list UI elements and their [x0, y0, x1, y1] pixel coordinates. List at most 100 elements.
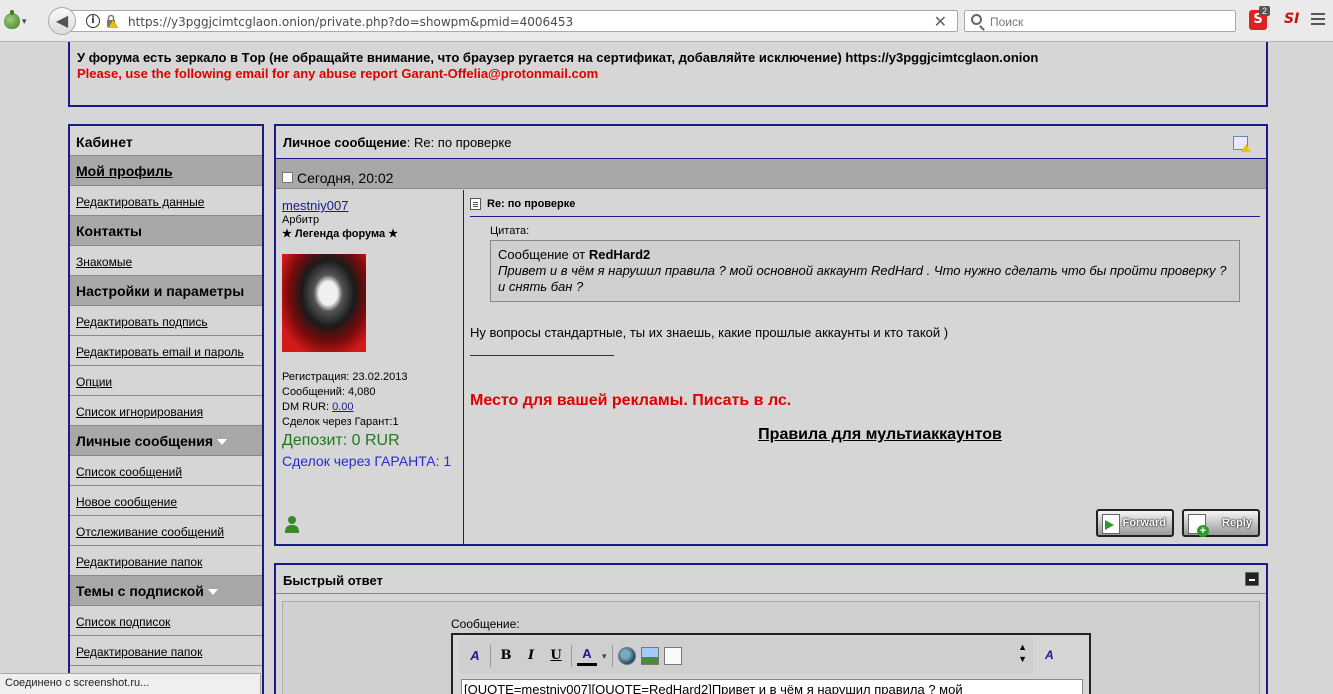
bold-button[interactable]: B [496, 646, 516, 666]
insert-link-icon[interactable] [617, 647, 636, 665]
quick-reply-title: Быстрый ответ [276, 565, 1266, 594]
ad-text: Место для вашей рекламы. Писать в лс. [470, 392, 792, 409]
sender-info: mestniy007 Арбитр ★ Легенда форума ★ Рег… [276, 190, 464, 544]
quote-block: Сообщение от RedHard2 Привет и в чём я н… [490, 240, 1240, 302]
pm-title-label: Личное сообщение [283, 135, 407, 150]
user-cp-sidebar: Кабинет Мой профиль Редактировать данные… [68, 124, 264, 694]
sidebar-section-settings: Настройки и параметры [70, 276, 262, 306]
warning-lock-icon[interactable] [104, 14, 118, 28]
sender-posts: Сообщений: 4,080 [282, 386, 376, 398]
quick-reply-panel: Быстрый ответ Сообщение: A B I U A ▾ ▲ ▼ … [274, 563, 1268, 694]
pm-title-subject: Re: по проверке [413, 135, 512, 150]
quick-reply-title-text: Быстрый ответ [283, 573, 383, 588]
sidebar-section-private-messages[interactable]: Личные сообщения [70, 426, 262, 456]
sidebar-item-message-list[interactable]: Список сообщений [70, 456, 262, 486]
avatar[interactable] [282, 254, 366, 352]
arrow-up-icon[interactable]: ▲ [1018, 641, 1027, 653]
notice-abuse-text: Please, use the following email for any … [77, 66, 599, 81]
message-subject-text: Re: по проверке [487, 198, 576, 210]
pm-title-colon: : [406, 135, 414, 150]
sidebar-item-edit-subscription-folders[interactable]: Редактирование папок [70, 636, 262, 666]
reply-button[interactable]: Reply [1182, 509, 1260, 537]
pm-body: mestniy007 Арбитр ★ Легенда форума ★ Рег… [276, 190, 1266, 544]
reply-label: Reply [1222, 517, 1252, 529]
sidebar-item-edit-email-password[interactable]: Редактировать email и пароль [70, 336, 262, 366]
sender-stats: Регистрация: 23.02.2013 Сообщений: 4,080… [282, 370, 457, 430]
chevron-down-icon[interactable]: ▾ [602, 651, 607, 662]
italic-button[interactable]: I [521, 646, 541, 666]
chevron-down-icon: ▾ [22, 15, 27, 26]
signature-divider [470, 355, 614, 356]
toolbar-divider [611, 645, 613, 667]
forward-button[interactable]: Forward [1096, 509, 1174, 537]
editor-resize-arrows[interactable]: ▲ ▼ [1018, 641, 1027, 665]
remove-format-icon[interactable]: A [465, 646, 485, 666]
pm-date: Сегодня, 20:02 [297, 169, 394, 186]
chevron-down-icon[interactable] [217, 439, 228, 446]
extension-badge: 2 [1259, 6, 1271, 16]
sender-deals-small: Сделок через Гарант:1 [282, 416, 399, 428]
menu-icon[interactable] [1311, 13, 1325, 27]
back-button[interactable]: ◀ [48, 7, 76, 35]
quote-header: Сообщение от RedHard2 [498, 247, 1232, 263]
quote-author: RedHard2 [588, 247, 651, 262]
sidebar-item-edit-signature[interactable]: Редактировать подпись [70, 306, 262, 336]
status-bar: Соединено с screenshot.ru... [0, 673, 261, 694]
text-color-button[interactable]: A [577, 646, 597, 666]
search-icon [971, 14, 982, 25]
forward-label: Forward [1122, 517, 1166, 529]
insert-image-icon[interactable] [640, 647, 659, 665]
sidebar-item-my-profile[interactable]: Мой профиль [70, 156, 262, 186]
rules-link[interactable]: Правила для мультиаккаунтов [500, 426, 1260, 444]
sidebar-header: Кабинет [70, 126, 262, 156]
sidebar-item-track-messages[interactable]: Отслеживание сообщений [70, 516, 262, 546]
message-content: Re: по проверке Цитата: Сообщение от Red… [464, 190, 1266, 544]
collapse-icon[interactable] [1245, 572, 1259, 586]
sender-dm: DM RUR: 0.00 [282, 400, 457, 415]
arrow-down-icon[interactable]: ▼ [1018, 653, 1027, 665]
sidebar-section-subscriptions[interactable]: Темы с подпиской [70, 576, 262, 606]
message-editor: A B I U A ▾ ▲ ▼ A [QUOTE=mestniy007][QUOT… [451, 633, 1091, 694]
quote-label: Цитата: [490, 225, 530, 237]
search-placeholder: Поиск [990, 15, 1024, 29]
select-checkbox[interactable] [282, 172, 293, 183]
address-bar[interactable]: i https://y3pggjcimtcglaon.onion/private… [64, 10, 958, 32]
close-icon[interactable]: ✕ [934, 12, 947, 32]
tor-button[interactable]: ▾ [4, 10, 38, 32]
pm-title-bar: Личное сообщение: Re: по проверке [276, 126, 1266, 159]
quote-text: Привет и в чём я нарушил правила ? мой о… [498, 263, 1227, 294]
onion-icon [4, 10, 20, 29]
sidebar-item-edit-details[interactable]: Редактировать данные [70, 186, 262, 216]
sidebar-section-contacts: Контакты [70, 216, 262, 246]
sender-registration: Регистрация: 23.02.2013 [282, 371, 408, 383]
search-input[interactable]: Поиск [964, 10, 1236, 32]
mirror-notice: У форума есть зеркало в Tор (не обращайт… [68, 42, 1268, 107]
message-textarea[interactable]: [QUOTE=mestniy007][QUOTE=RedHard2]Привет… [461, 679, 1083, 694]
sender-deals: Сделок через ГАРАНТА: 1 [282, 453, 452, 469]
editor-toolbar: A B I U A ▾ ▲ ▼ A [459, 638, 1054, 674]
sidebar-item-subscription-list[interactable]: Список подписок [70, 606, 262, 636]
reply-icon [1188, 514, 1209, 537]
sender-username-link[interactable]: mestniy007 [282, 198, 457, 213]
arrow-left-icon: ◀ [55, 13, 69, 30]
private-message-panel: Личное сообщение: Re: по проверке Сегодн… [274, 124, 1268, 546]
switch-editor-icon[interactable]: A [1045, 648, 1071, 668]
forward-icon [1102, 514, 1120, 534]
info-icon[interactable]: i [86, 14, 100, 28]
sidebar-item-edit-folders[interactable]: Редактирование папок [70, 546, 262, 576]
sidebar-section-label: Темы с подпиской [76, 583, 204, 599]
sidebar-item-new-message[interactable]: Новое сообщение [70, 486, 262, 516]
sender-role: Арбитр [282, 214, 320, 226]
sender-title: ★ Легенда форума ★ [282, 228, 399, 240]
underline-button[interactable]: U [546, 646, 566, 666]
sender-dm-value-link[interactable]: 0.00 [332, 401, 353, 413]
insert-quote-icon[interactable] [663, 647, 682, 665]
extension-si-icon[interactable]: SI [1284, 11, 1302, 29]
sidebar-item-friends[interactable]: Знакомые [70, 246, 262, 276]
chevron-down-icon[interactable] [207, 589, 218, 596]
sidebar-item-options[interactable]: Опции [70, 366, 262, 396]
online-status-icon [285, 516, 299, 533]
message-actions: Forward Reply [1096, 509, 1260, 537]
sidebar-item-ignore-list[interactable]: Список игнорирования [70, 396, 262, 426]
report-icon[interactable] [1233, 136, 1251, 152]
